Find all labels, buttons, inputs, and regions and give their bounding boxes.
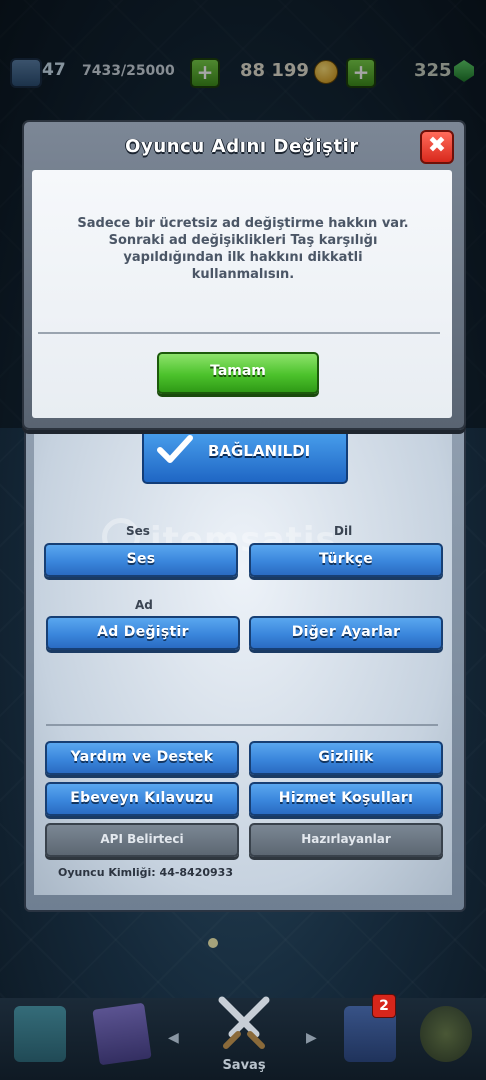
help-support-button[interactable]: Yardım ve Destek bbox=[45, 741, 239, 775]
dialog-message: Sadece bir ücretsiz ad değiştirme hakkın… bbox=[77, 216, 409, 282]
dialog-divider bbox=[38, 332, 440, 334]
ok-button[interactable]: Tamam bbox=[157, 352, 319, 394]
sound-button[interactable]: Ses bbox=[44, 543, 238, 577]
api-token-button[interactable]: API Belirteci bbox=[45, 823, 239, 857]
clan-notification-badge: 2 bbox=[372, 994, 396, 1018]
change-name-button[interactable]: Ad Değiştir bbox=[46, 616, 240, 650]
privacy-button[interactable]: Gizlilik bbox=[249, 741, 443, 775]
arrow-left-icon: ◀ bbox=[168, 1030, 179, 1046]
arrow-right-icon: ▶ bbox=[306, 1030, 317, 1046]
dialog-title: Oyuncu Adını Değiştir bbox=[125, 136, 359, 157]
page-indicator-dot bbox=[208, 938, 218, 948]
events-tab-icon[interactable] bbox=[420, 1006, 472, 1062]
crossed-swords-icon[interactable] bbox=[212, 994, 276, 1054]
player-id: Oyuncu Kimliği: 44-8420933 bbox=[58, 866, 233, 879]
language-button[interactable]: Türkçe bbox=[249, 543, 443, 577]
sound-section-label: Ses bbox=[126, 524, 150, 538]
parents-guide-button[interactable]: Ebeveyn Kılavuzu bbox=[45, 782, 239, 816]
name-section-label: Ad bbox=[135, 598, 153, 612]
terms-button[interactable]: Hizmet Koşulları bbox=[249, 782, 443, 816]
language-section-label: Dil bbox=[334, 524, 353, 538]
other-settings-button[interactable]: Diğer Ayarlar bbox=[249, 616, 443, 650]
battle-tab-label[interactable]: Savaş bbox=[212, 1058, 276, 1073]
close-icon[interactable]: ✖ bbox=[420, 130, 454, 164]
credits-button[interactable]: Hazırlayanlar bbox=[249, 823, 443, 857]
section-divider bbox=[46, 724, 438, 726]
connected-label: BAĞLANILDI bbox=[208, 442, 311, 460]
cards-tab-icon[interactable] bbox=[92, 1002, 152, 1066]
check-icon bbox=[157, 435, 193, 463]
shop-tab-icon[interactable] bbox=[14, 1006, 66, 1062]
